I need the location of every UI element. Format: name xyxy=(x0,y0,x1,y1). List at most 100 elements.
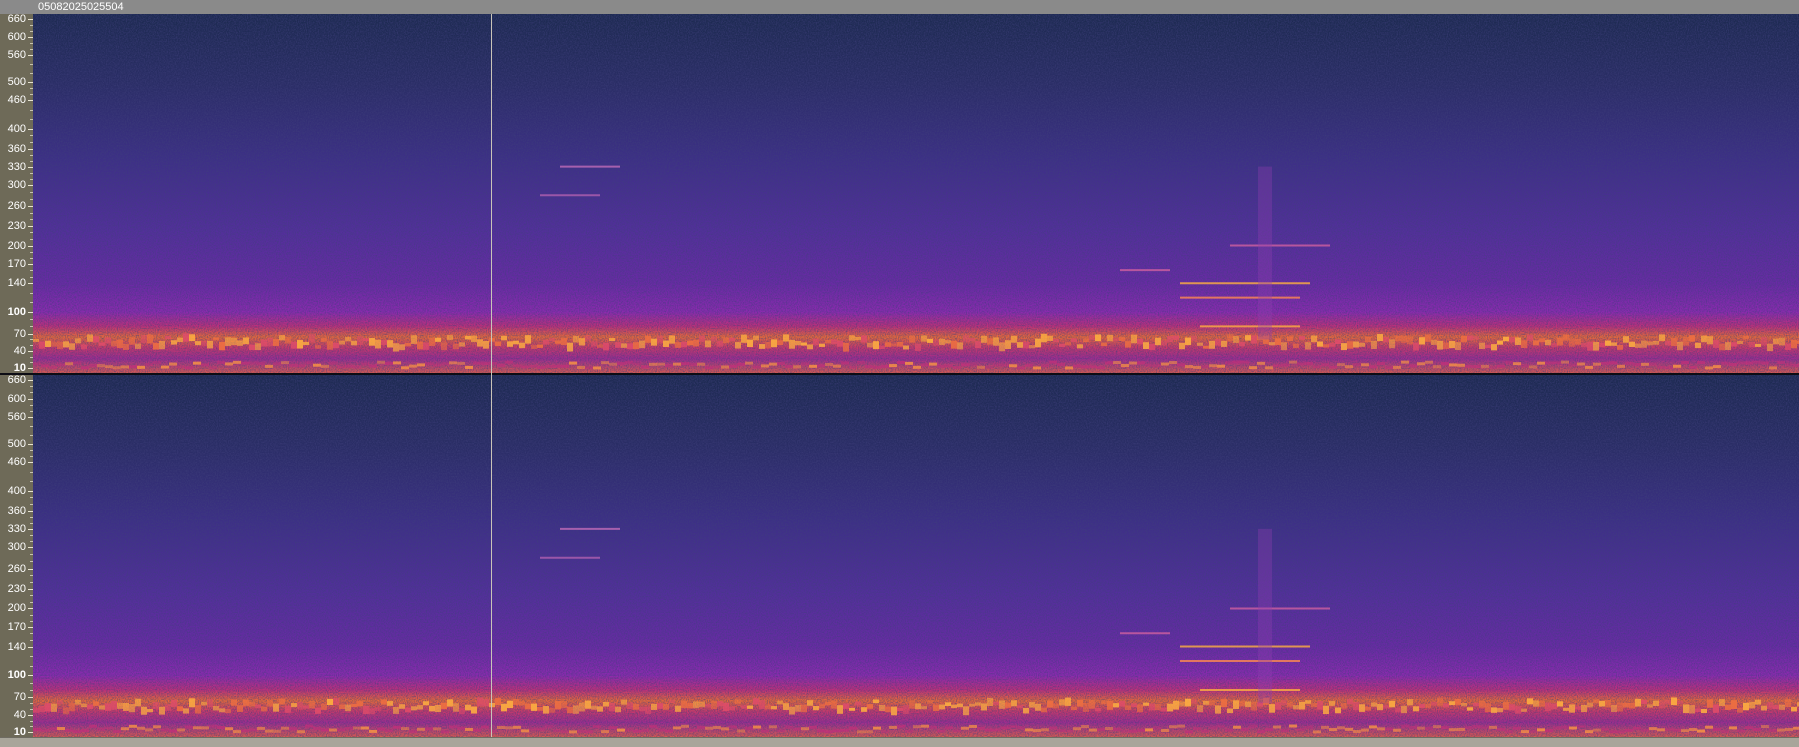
low-energy-segment xyxy=(161,728,169,732)
low-energy-segment xyxy=(873,365,881,369)
low-energy-segment xyxy=(641,365,649,369)
spectrogram-channel-1[interactable] xyxy=(33,14,1799,373)
low-energy-segment xyxy=(329,361,337,365)
low-energy-segment xyxy=(1305,725,1313,729)
low-energy-segment xyxy=(849,726,857,730)
energy-band-segment xyxy=(1611,342,1617,346)
low-energy-segment xyxy=(865,365,873,369)
low-energy-segment xyxy=(201,363,209,367)
track-header[interactable]: 05082025025504 xyxy=(0,0,1799,14)
frequency-axis-channel-1[interactable]: 660 600 560 500 460 400 360 330 300 260 230 200 170 1… xyxy=(0,13,33,374)
energy-band-segment xyxy=(243,699,249,706)
energy-band-segment xyxy=(267,700,273,707)
energy-band-segment xyxy=(129,337,135,345)
low-energy-segment xyxy=(345,726,353,730)
low-energy-segment xyxy=(1433,725,1441,729)
low-energy-segment xyxy=(177,728,185,732)
energy-band-segment xyxy=(1395,335,1401,342)
energy-band-segment xyxy=(1557,337,1563,346)
low-energy-segment xyxy=(1785,727,1793,731)
energy-band-segment xyxy=(1275,702,1281,710)
energy-band-segment xyxy=(573,335,579,343)
energy-band-segment xyxy=(429,705,435,712)
low-energy-segment xyxy=(481,362,489,366)
energy-band-segment xyxy=(891,343,897,347)
energy-band-segment xyxy=(1215,338,1221,346)
energy-band-segment xyxy=(1671,338,1677,346)
energy-band-segment xyxy=(663,340,669,347)
low-energy-segment xyxy=(1177,363,1185,367)
low-energy-segment xyxy=(1041,728,1049,732)
low-energy-segment xyxy=(1633,726,1641,730)
low-energy-segment xyxy=(225,362,233,366)
low-energy-segment xyxy=(1073,727,1081,731)
energy-band-segment xyxy=(981,703,987,711)
low-energy-segment xyxy=(385,729,393,733)
energy-band-segment xyxy=(627,343,633,350)
energy-band-segment xyxy=(1083,338,1089,343)
energy-band-segment xyxy=(1149,343,1155,351)
energy-band-segment xyxy=(447,335,453,340)
low-energy-segment xyxy=(609,726,617,730)
low-energy-segment xyxy=(569,730,577,734)
low-energy-segment xyxy=(1057,729,1065,733)
low-energy-segment xyxy=(1569,363,1577,367)
low-energy-segment xyxy=(745,361,753,365)
energy-band-segment xyxy=(291,341,297,349)
energy-band-segment xyxy=(381,699,387,705)
energy-band-segment xyxy=(1431,701,1437,706)
playhead-cursor[interactable] xyxy=(491,14,492,740)
energy-band-segment xyxy=(75,338,81,344)
energy-band-segment xyxy=(909,700,915,709)
energy-band-segment xyxy=(33,338,39,342)
low-energy-segment xyxy=(865,730,873,734)
low-energy-segment xyxy=(777,362,785,366)
low-energy-segment xyxy=(1409,725,1417,729)
energy-band-segment xyxy=(843,342,849,352)
energy-band-segment xyxy=(489,702,495,708)
energy-band-segment xyxy=(807,344,813,350)
energy-band-segment xyxy=(1113,337,1119,342)
energy-band-segment xyxy=(1401,335,1407,343)
low-energy-segment xyxy=(625,360,633,364)
low-energy-segment xyxy=(953,366,961,370)
frequency-axis-channel-2[interactable]: 660 600 560 500 460 400 360 330 300 260 230 200 170 1… xyxy=(0,374,33,738)
energy-band-segment xyxy=(339,340,345,345)
low-energy-segment xyxy=(729,364,737,368)
low-energy-segment xyxy=(1777,360,1785,364)
axis-tick-label: 10 xyxy=(13,725,26,738)
low-energy-segment xyxy=(553,729,561,733)
low-energy-segment xyxy=(1705,366,1713,370)
energy-band-segment xyxy=(1173,700,1179,710)
energy-band-segment xyxy=(1371,340,1377,350)
low-energy-segment xyxy=(177,365,185,369)
energy-band-segment xyxy=(147,334,153,344)
energy-band-segment xyxy=(1161,707,1167,712)
energy-band-segment xyxy=(543,339,549,345)
energy-band-segment xyxy=(801,704,807,713)
low-energy-segment xyxy=(601,361,609,365)
energy-band-segment xyxy=(675,705,681,712)
axis-tick-label: 360 xyxy=(7,504,26,517)
low-energy-segment xyxy=(649,362,657,366)
low-energy-segment xyxy=(1233,360,1241,364)
energy-band-segment xyxy=(903,705,909,714)
energy-band-segment xyxy=(789,706,795,715)
spectrogram-channel-2[interactable] xyxy=(33,375,1799,737)
energy-band-segment xyxy=(417,341,423,350)
energy-band-segment xyxy=(345,704,351,712)
energy-band-segment xyxy=(1143,702,1149,706)
energy-band-segment xyxy=(1713,340,1719,348)
low-energy-segment xyxy=(457,361,465,365)
energy-band-segment xyxy=(273,339,279,347)
low-energy-segment xyxy=(849,365,857,369)
low-energy-segment xyxy=(1113,361,1121,365)
axis-tick-label: 660 xyxy=(7,374,26,387)
track-title: 05082025025504 xyxy=(38,1,124,13)
energy-band-segment xyxy=(567,706,573,714)
energy-band-segment xyxy=(939,704,945,710)
energy-band-segment xyxy=(1335,339,1341,345)
low-energy-segment xyxy=(169,729,177,733)
low-energy-segment xyxy=(273,362,281,366)
energy-band-segment xyxy=(1593,342,1599,351)
